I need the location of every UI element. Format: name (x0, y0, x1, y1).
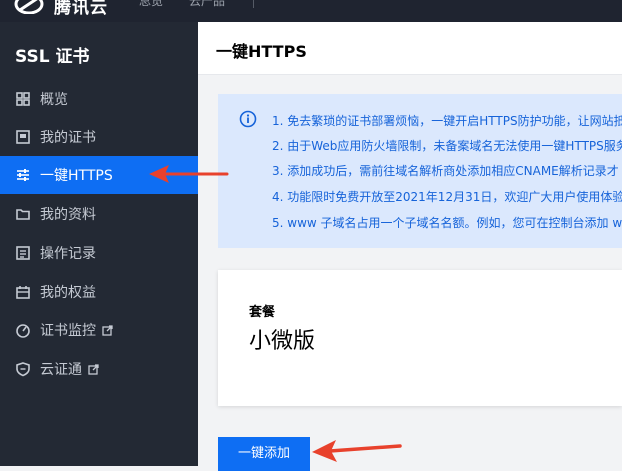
top-bar: 腾讯云 总览 云产品 (0, 0, 622, 22)
cloud-logo-icon[interactable] (14, 0, 44, 14)
notice-line: 5. www 子域名占用一个子域名名额。例如，您可在控制台添加 w (272, 216, 622, 230)
annotation-arrow-icon (149, 165, 229, 183)
sidebar-item-label: 证书监控 (40, 323, 96, 339)
info-icon (239, 110, 257, 128)
notice-line: 2. 由于Web应用防火墙限制，未备案域名无法使用一键HTTPS服务 (272, 139, 622, 153)
certificate-icon (15, 129, 31, 145)
folder-icon (15, 206, 31, 222)
sidebar-item-certificates[interactable]: 我的证书 (0, 118, 198, 156)
annotation-arrow-icon (312, 440, 402, 462)
gift-icon (15, 284, 31, 300)
sidebar-item-my-benefits[interactable]: 我的权益 (0, 273, 198, 311)
notice-line: 4. 功能限时免费开放至2021年12月31日，欢迎广大用户使用体验 (272, 190, 622, 204)
sidebar-title: SSL 证书 (15, 47, 90, 67)
info-notice: 1. 免去繁琐的证书部署烦恼，一键开启HTTPS防护功能，让网站抵 2. 由于W… (218, 94, 622, 248)
sidebar-item-my-materials[interactable]: 我的资料 (0, 195, 198, 233)
gauge-icon (15, 322, 31, 338)
nav-overview[interactable]: 总览 (139, 0, 163, 9)
top-divider (253, 0, 254, 8)
sidebar-item-operation-log[interactable]: 操作记录 (0, 234, 198, 272)
plan-value: 小微版 (249, 329, 316, 354)
page-header: 一键HTTPS (198, 22, 622, 75)
grid-icon (15, 91, 31, 107)
notice-line: 1. 免去繁琐的证书部署烦恼，一键开启HTTPS防护功能，让网站抵 (272, 114, 622, 128)
brand-name[interactable]: 腾讯云 (54, 0, 108, 18)
notice-line: 3. 添加成功后，需前往域名解析商处添加相应CNAME解析记录才 (272, 164, 619, 178)
external-link-icon (102, 324, 113, 336)
sidebar-item-label: 云证通 (40, 362, 82, 378)
main-content: 一键HTTPS 1. 免去繁琐的证书部署烦恼，一键开启HTTPS防护功能，让网站… (198, 22, 622, 471)
page-title: 一键HTTPS (216, 42, 307, 61)
sidebar-item-cloud-cert[interactable]: 云证通 (0, 350, 198, 388)
external-link-icon (88, 363, 99, 375)
sliders-icon (15, 167, 31, 183)
sidebar-item-label: 我的证书 (40, 130, 96, 146)
shield-icon (15, 361, 31, 377)
sidebar-item-overview[interactable]: 概览 (0, 80, 198, 118)
sidebar-item-label: 概览 (40, 92, 68, 108)
plan-card: 套餐 小微版 (218, 270, 622, 406)
sidebar-item-label: 操作记录 (40, 246, 96, 262)
sidebar: SSL 证书 概览 我的证书 一键HTTPS 我的资料 操作记录 我的权益 证书… (0, 22, 198, 466)
sidebar-item-cert-monitor[interactable]: 证书监控 (0, 311, 198, 349)
sidebar-item-label: 我的资料 (40, 207, 96, 223)
nav-products[interactable]: 云产品 (189, 0, 225, 9)
plan-label: 套餐 (249, 305, 276, 320)
list-icon (15, 245, 31, 261)
sidebar-item-label: 一键HTTPS (40, 168, 113, 184)
sidebar-item-label: 我的权益 (40, 285, 96, 301)
